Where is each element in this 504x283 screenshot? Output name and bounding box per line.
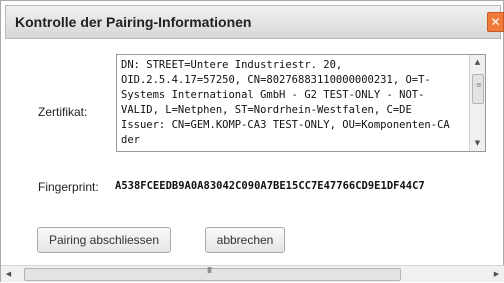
horizontal-scroll-thumb[interactable]: III: [24, 266, 401, 281]
certificate-text[interactable]: DN: STREET=Untere Industriestr. 20, OID.…: [121, 58, 461, 150]
horizontal-scrollbar[interactable]: ◀ III ▶: [1, 265, 504, 282]
dialog-titlebar[interactable]: Kontrolle der Pairing-Informationen ✕: [5, 5, 504, 39]
scroll-down-icon[interactable]: ▼: [470, 136, 485, 151]
certificate-label: Zertifikat:: [38, 105, 88, 119]
scroll-right-icon[interactable]: ▶: [489, 266, 504, 283]
certificate-textarea[interactable]: DN: STREET=Untere Industriestr. 20, OID.…: [116, 54, 486, 152]
grip-icon: ≡: [476, 81, 482, 89]
fingerprint-value: A538FCEEDB9A0A83042C090A7BE15CC7E47766CD…: [115, 180, 425, 192]
grip-icon: III: [207, 266, 212, 275]
dialog-title: Kontrolle der Pairing-Informationen: [15, 14, 252, 30]
fingerprint-label: Fingerprint:: [38, 180, 99, 194]
cancel-button[interactable]: abbrechen: [205, 227, 285, 253]
close-icon: ✕: [490, 15, 501, 29]
vertical-scrollbar[interactable]: ▲ ≡ ▼: [469, 55, 485, 151]
vertical-scroll-thumb[interactable]: ≡: [472, 74, 484, 104]
scroll-left-icon[interactable]: ◀: [1, 266, 16, 283]
close-button[interactable]: ✕: [487, 12, 504, 32]
pairing-confirm-button[interactable]: Pairing abschliessen: [37, 227, 171, 253]
pairing-dialog: Kontrolle der Pairing-Informationen ✕ Ze…: [0, 0, 504, 282]
scroll-up-icon[interactable]: ▲: [470, 55, 485, 70]
